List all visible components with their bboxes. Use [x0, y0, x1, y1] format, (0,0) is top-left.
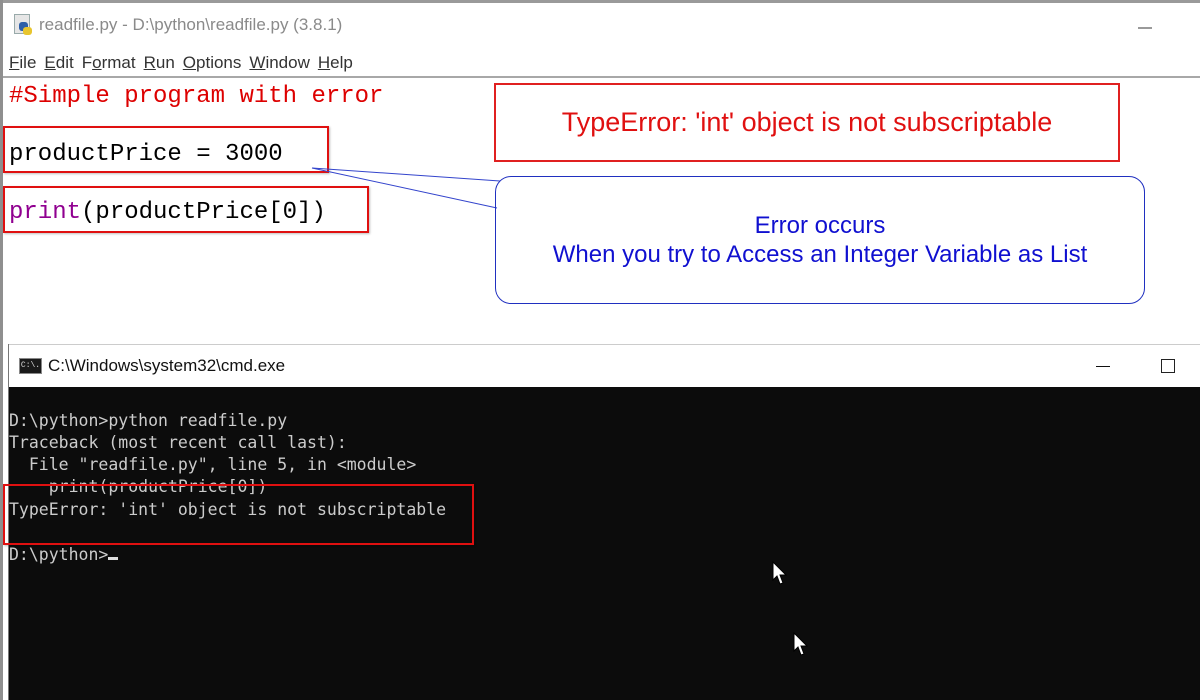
highlight-terminal-error-box	[3, 484, 474, 545]
menu-window[interactable]: Window	[249, 53, 309, 73]
text-cursor	[108, 557, 119, 560]
error-callout: TypeError: 'int' object is not subscript…	[494, 83, 1120, 162]
idle-window-title: readfile.py - D:\python\readfile.py (3.8…	[39, 15, 343, 34]
menu-bar: File Edit Format Run Options Window Help	[0, 50, 1200, 78]
idle-titlebar[interactable]: readfile.py - D:\python\readfile.py (3.8…	[0, 3, 1200, 47]
menu-options[interactable]: Options	[183, 53, 242, 73]
explanation-line-2: When you try to Access an Integer Variab…	[552, 241, 1088, 268]
explanation-callout: Error occurs When you try to Access an I…	[495, 176, 1145, 304]
cmd-window-title: C:\Windows\system32\cmd.exe	[48, 356, 286, 375]
terminal-line: Traceback (most recent call last):	[9, 433, 347, 452]
menu-run[interactable]: Run	[144, 53, 175, 73]
menu-edit[interactable]: Edit	[44, 53, 73, 73]
menu-file[interactable]: File	[9, 53, 36, 73]
highlight-print-box	[3, 186, 369, 233]
window-left-edge	[0, 0, 3, 700]
cmd-icon: C:\.	[19, 358, 42, 374]
python-file-icon	[13, 14, 33, 36]
highlight-assignment-box	[3, 126, 329, 173]
menu-help[interactable]: Help	[318, 53, 353, 73]
minimize-icon[interactable]	[1138, 27, 1152, 29]
cmd-titlebar[interactable]: C:\. C:\Windows\system32\cmd.exe	[9, 344, 1200, 387]
terminal-line: D:\python>python readfile.py	[9, 411, 288, 430]
terminal-prompt-line: D:\python>	[9, 545, 119, 564]
maximize-icon[interactable]	[1161, 359, 1175, 373]
code-comment-line: #Simple program with error	[9, 83, 384, 110]
explanation-line-1: Error occurs	[754, 212, 886, 239]
minimize-icon[interactable]	[1096, 366, 1110, 367]
menu-format[interactable]: Format	[82, 53, 136, 73]
terminal-line: File "readfile.py", line 5, in <module>	[9, 455, 417, 474]
